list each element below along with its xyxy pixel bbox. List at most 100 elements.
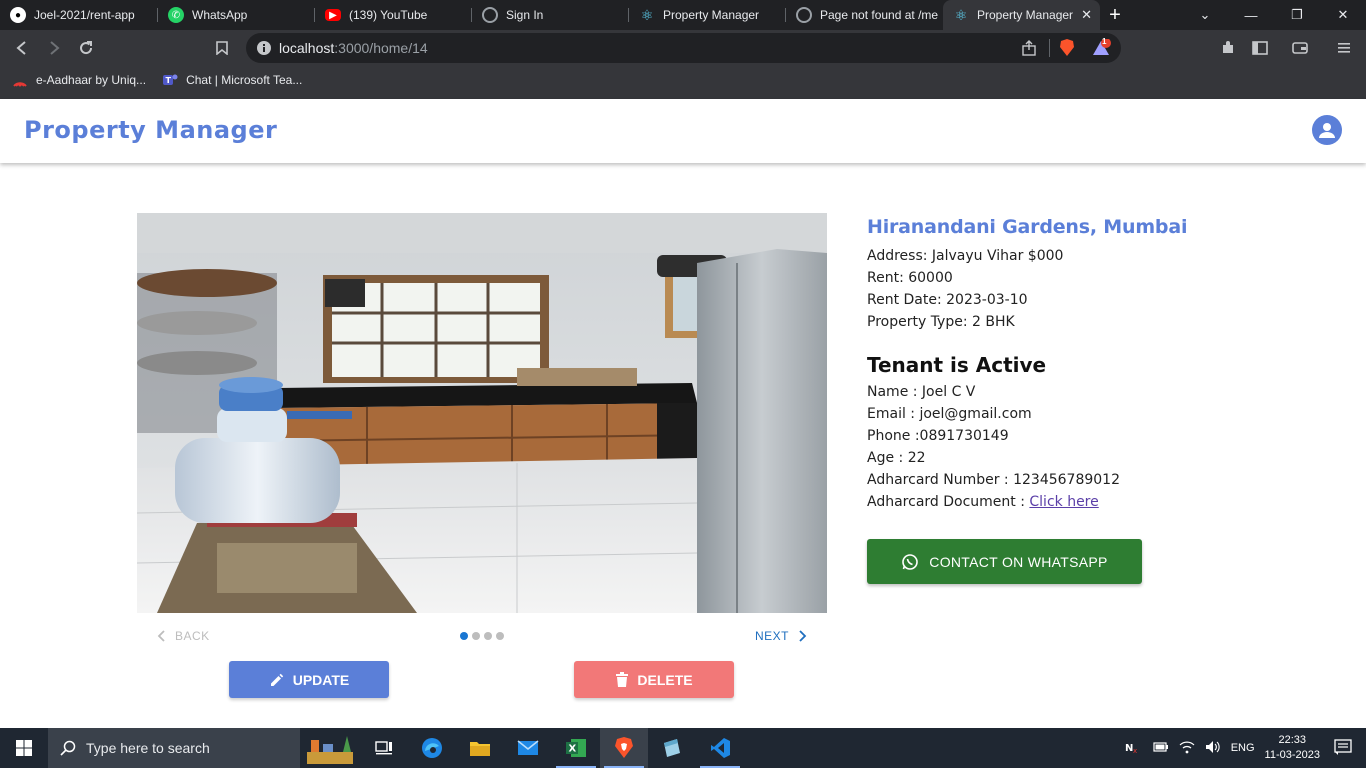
stepper-next-button[interactable]: NEXT bbox=[755, 629, 807, 643]
update-label: UPDATE bbox=[292, 671, 350, 688]
tenant-status-heading: Tenant is Active bbox=[867, 353, 1047, 377]
task-view-icon[interactable] bbox=[360, 728, 408, 768]
notifications-icon[interactable] bbox=[1334, 738, 1352, 758]
globe-icon bbox=[482, 7, 498, 23]
close-tab-icon[interactable]: ✕ bbox=[1081, 7, 1092, 23]
tenant-aadhar-document: Adharcard Document : Click here bbox=[867, 491, 1327, 513]
url-path: :3000/home/14 bbox=[334, 40, 428, 56]
back-icon[interactable] bbox=[6, 32, 38, 64]
tab-title: Page not found at /me bbox=[820, 8, 939, 22]
delete-label: DELETE bbox=[637, 671, 693, 688]
tenant-age: Age : 22 bbox=[867, 450, 926, 466]
delete-button[interactable]: DELETE bbox=[574, 661, 734, 698]
aadhar-doc-label: Adharcard Document : bbox=[867, 494, 1030, 510]
stepper-back-button[interactable]: BACK bbox=[157, 629, 210, 643]
react-icon: ⚛ bbox=[640, 6, 654, 23]
forward-icon[interactable] bbox=[38, 32, 70, 64]
tab-title: WhatsApp bbox=[192, 8, 248, 22]
stepper-dot bbox=[460, 632, 468, 640]
url-host: localhost bbox=[279, 40, 335, 56]
mail-icon[interactable] bbox=[504, 728, 552, 768]
close-window-icon[interactable]: ✕ bbox=[1320, 0, 1366, 30]
whatsapp-icon bbox=[902, 553, 919, 570]
brave-shield-icon[interactable] bbox=[1059, 39, 1075, 62]
stepper-dot bbox=[484, 632, 492, 640]
vscode-icon[interactable] bbox=[696, 728, 744, 768]
property-rent-date: Rent Date: 2023-03-10 bbox=[867, 292, 1028, 308]
wallet-icon[interactable] bbox=[1284, 32, 1316, 64]
taskbar-search-placeholder: Type here to search bbox=[86, 740, 210, 756]
windows-start-icon[interactable] bbox=[0, 728, 48, 768]
notepad-icon[interactable] bbox=[648, 728, 696, 768]
tenant-aadhar-number: Adharcard Number : 123456789012 bbox=[867, 472, 1120, 488]
share-icon[interactable] bbox=[1021, 40, 1037, 61]
update-button[interactable]: UPDATE bbox=[229, 661, 389, 698]
brave-rewards-icon[interactable]: 1 bbox=[1091, 37, 1111, 62]
excel-icon[interactable]: X bbox=[552, 728, 600, 768]
browser-tab[interactable]: ▶ (139) YouTube bbox=[315, 0, 472, 30]
reload-icon[interactable] bbox=[70, 32, 102, 64]
rewards-badge: 1 bbox=[1102, 37, 1107, 46]
tab-title: Joel-2021/rent-app bbox=[34, 8, 135, 22]
browser-tab-strip: ● Joel-2021/rent-app ✆ WhatsApp ▶ (139) … bbox=[0, 0, 1366, 30]
taskbar-clock[interactable]: 22:33 11-03-2023 bbox=[1265, 733, 1320, 763]
restore-icon[interactable]: ❐ bbox=[1274, 0, 1320, 30]
windows-taskbar: Type here to search X Nx ENG 22:33 11-03… bbox=[0, 728, 1366, 768]
account-avatar-icon[interactable] bbox=[1312, 115, 1342, 145]
tab-title: Property Manager bbox=[977, 8, 1074, 22]
property-type: Property Type: 2 BHK bbox=[867, 314, 1015, 330]
volume-icon[interactable] bbox=[1205, 740, 1221, 757]
extensions-icon[interactable] bbox=[1212, 32, 1244, 64]
system-tray: Nx ENG 22:33 11-03-2023 bbox=[1125, 728, 1366, 768]
property-address: Address: Jalvayu Vihar $000 bbox=[867, 248, 1064, 264]
address-bar[interactable]: localhost:3000/home/14 1 bbox=[246, 33, 1121, 63]
new-tab-button[interactable]: + bbox=[1100, 0, 1130, 30]
svg-text:T: T bbox=[166, 76, 172, 85]
bookmark-icon[interactable] bbox=[206, 32, 238, 64]
next-label: NEXT bbox=[754, 629, 789, 643]
tab-title: Property Manager bbox=[663, 8, 760, 22]
browser-tab[interactable]: Page not found at /me bbox=[786, 0, 943, 30]
edge-icon[interactable] bbox=[408, 728, 456, 768]
browser-tab[interactable]: ⚛ Property Manager bbox=[629, 0, 786, 30]
battery-icon[interactable] bbox=[1153, 741, 1169, 755]
property-details: Hiranandani Gardens, Mumbai Address: Jal… bbox=[867, 216, 1327, 513]
contact-whatsapp-button[interactable]: CONTACT ON WHATSAPP bbox=[867, 539, 1142, 584]
bookmark-item[interactable]: T Chat | Microsoft Tea... bbox=[162, 72, 302, 88]
menu-icon[interactable] bbox=[1328, 32, 1360, 64]
site-info-icon[interactable] bbox=[256, 40, 272, 61]
nx-icon[interactable]: Nx bbox=[1125, 740, 1141, 757]
tab-search-chevron-icon[interactable]: ⌄ bbox=[1182, 0, 1228, 30]
pencil-icon bbox=[270, 673, 283, 686]
widgets-icon[interactable] bbox=[300, 728, 360, 768]
file-explorer-icon[interactable] bbox=[456, 728, 504, 768]
bookmark-label: e-Aadhaar by Uniq... bbox=[36, 73, 147, 87]
sidebar-icon[interactable] bbox=[1244, 32, 1276, 64]
bookmarks-bar: e-Aadhaar by Uniq... T Chat | Microsoft … bbox=[0, 66, 1366, 94]
taskbar-search[interactable]: Type here to search bbox=[48, 728, 300, 768]
aadhar-doc-link[interactable]: Click here bbox=[1029, 494, 1098, 510]
bookmark-item[interactable]: e-Aadhaar by Uniq... bbox=[12, 72, 146, 88]
brave-browser-icon[interactable] bbox=[600, 728, 648, 768]
property-rent: Rent: 60000 bbox=[867, 270, 953, 286]
image-stepper: BACK NEXT bbox=[137, 622, 827, 650]
browser-tab-active[interactable]: ⚛ Property Manager ✕ bbox=[943, 0, 1100, 30]
youtube-icon: ▶ bbox=[325, 9, 341, 21]
tab-title: (139) YouTube bbox=[349, 8, 428, 22]
svg-text:x: x bbox=[1133, 747, 1137, 754]
tenant-phone: Phone :0891730149 bbox=[867, 428, 1009, 444]
globe-icon bbox=[796, 7, 812, 23]
tenant-email: Email : joel@gmail.com bbox=[867, 406, 1032, 422]
input-language[interactable]: ENG bbox=[1231, 742, 1255, 754]
browser-tab[interactable]: ✆ WhatsApp bbox=[158, 0, 315, 30]
aadhaar-icon bbox=[12, 72, 28, 88]
clock-date: 11-03-2023 bbox=[1264, 749, 1320, 761]
brand-title[interactable]: Property Manager bbox=[24, 116, 277, 144]
chevron-left-icon bbox=[157, 630, 165, 642]
wifi-icon[interactable] bbox=[1179, 740, 1195, 757]
browser-toolbar: localhost:3000/home/14 1 bbox=[0, 30, 1366, 66]
browser-tab[interactable]: Sign In bbox=[472, 0, 629, 30]
minimize-icon[interactable]: — bbox=[1228, 0, 1274, 30]
browser-tab[interactable]: ● Joel-2021/rent-app bbox=[0, 0, 158, 30]
svg-text:X: X bbox=[569, 744, 577, 755]
